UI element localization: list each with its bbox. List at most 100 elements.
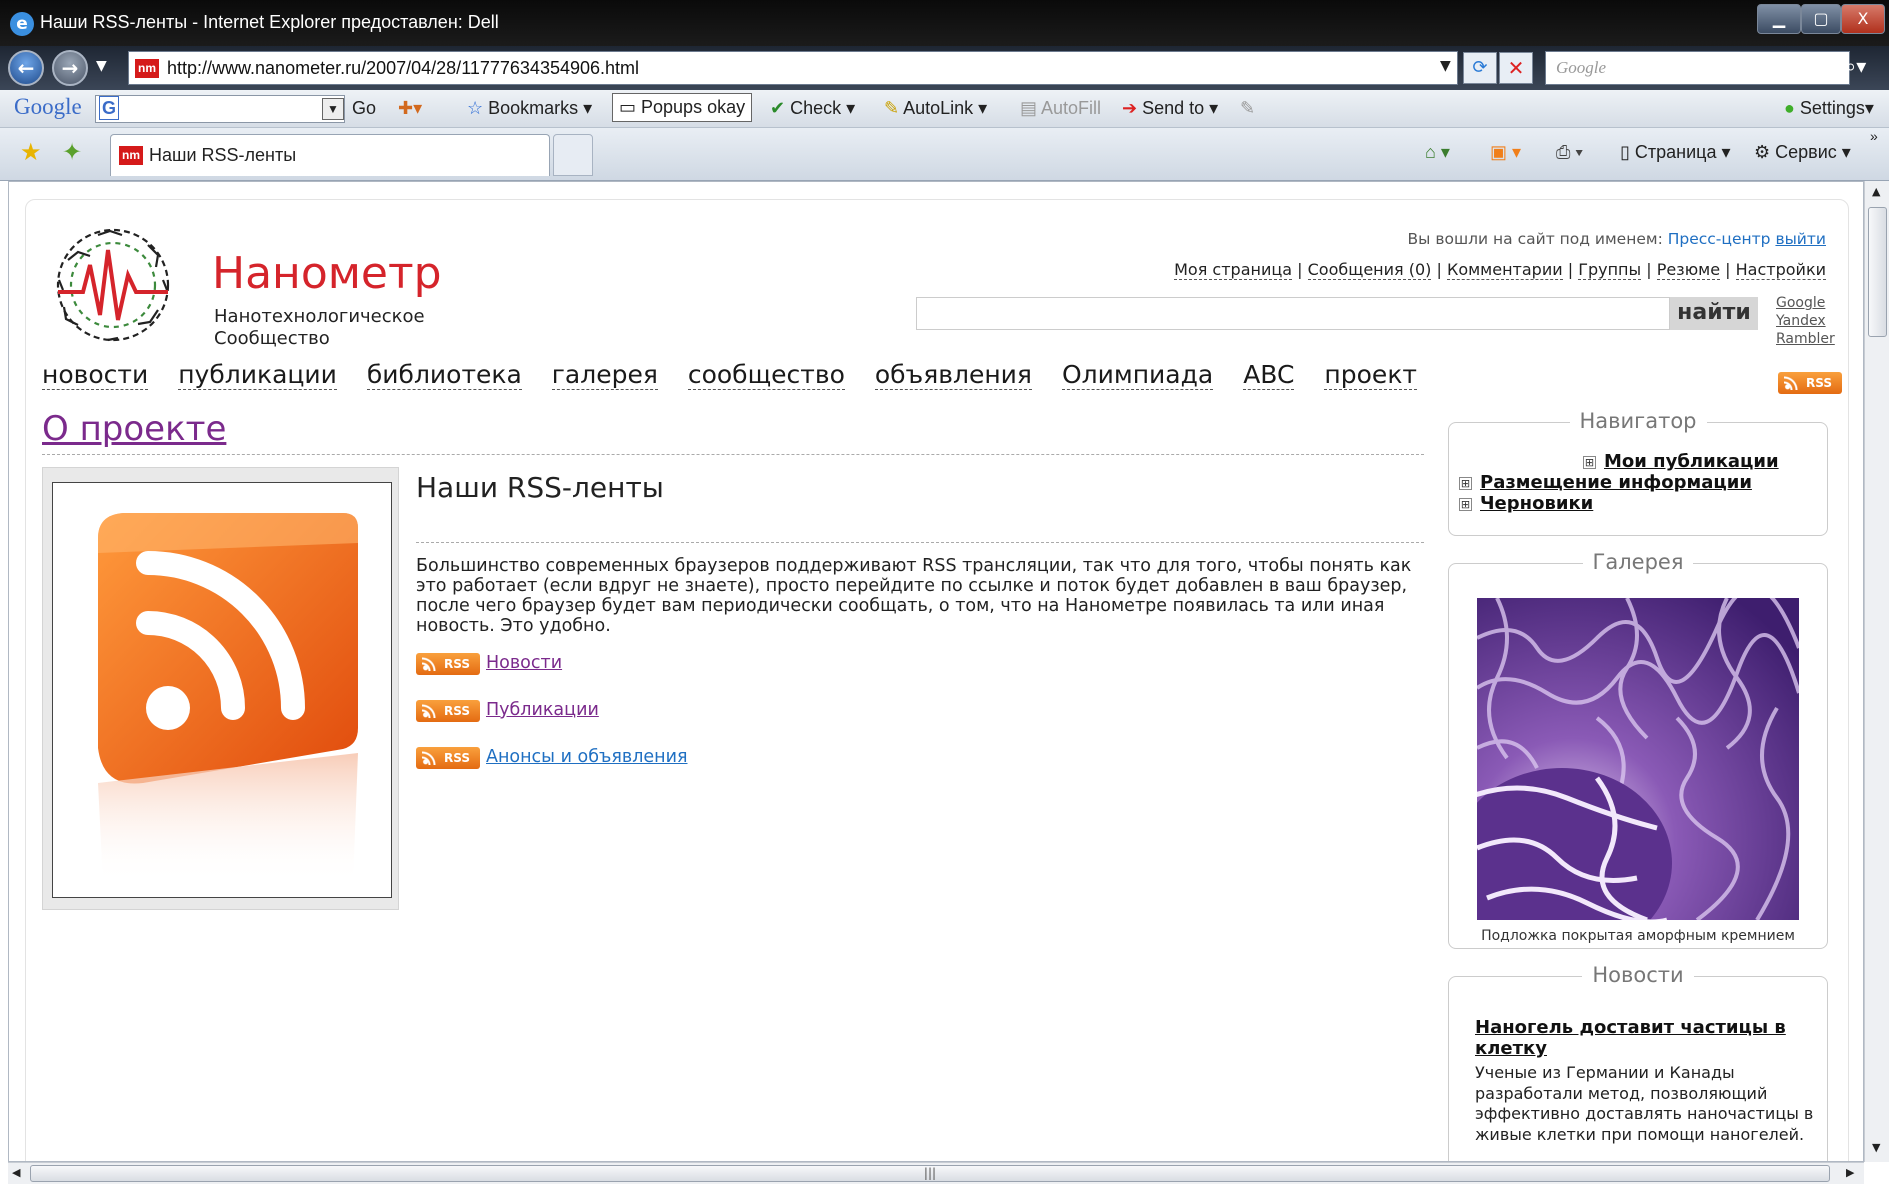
stop-button[interactable]: ✕ [1499,52,1533,84]
forward-button[interactable]: → [52,50,88,86]
popups-button[interactable]: ▭ Popups okay [612,93,753,122]
news-summary: Ученые из Германии и Канады разработали … [1475,1063,1814,1144]
logo-name[interactable]: Нанометр [212,248,442,299]
scroll-up-icon[interactable]: ▲ [1872,185,1880,198]
nav-library[interactable]: библиотека [366,360,522,390]
maximize-button[interactable]: ▢ [1801,4,1841,34]
scroll-down-icon[interactable]: ▼ [1872,1141,1880,1154]
nav-publications[interactable]: публикации [178,360,337,390]
gallery-box: Галерея Подложка покрытая аморфным кремн… [1448,550,1828,949]
find-button[interactable]: найти [1670,297,1758,330]
add-favorite-icon[interactable]: ✦ [62,138,82,167]
feeds-icon[interactable]: ▣ ▾ [1490,142,1521,163]
scroll-right-icon[interactable]: ▶ [1846,1166,1854,1179]
bookmarks-button[interactable]: ☆ Bookmarks ▾ [467,98,592,119]
logout-link[interactable]: выйти [1775,230,1826,248]
vertical-scrollbar[interactable]: ▲ ▼ [1864,181,1889,1162]
history-dropdown[interactable]: ▼ [96,58,107,74]
user-link-resume[interactable]: Резюме [1656,260,1721,280]
settings-button[interactable]: ● Settings▾ [1784,98,1874,119]
nav-tree-item[interactable]: ⊞ Размещение информации [1459,472,1779,493]
print-icon[interactable]: ⎙ ▾ [1556,142,1583,163]
address-input[interactable]: nm http://www.nanometer.ru/2007/04/28/11… [128,51,1458,85]
nav-tree-item[interactable]: ⊞ Мои публикации [1459,451,1779,472]
nav-tree-item[interactable]: ⊞ Черновики [1459,493,1779,514]
forward-icon: → [61,56,79,80]
favorites-star-icon[interactable]: ★ [20,138,42,167]
rss-large-icon [52,482,392,898]
feed-link-announcements[interactable]: Анонсы и объявления [486,747,688,767]
tab-active[interactable]: nm Наши RSS-ленты [110,134,550,176]
tools-menu[interactable]: ⚙ Сервис ▾ [1754,142,1851,163]
navigator-tree: ⊞ Мои публикации ⊞ Размещение информации ⊞… [1459,451,1779,514]
nav-project[interactable]: проект [1324,360,1417,390]
divider [416,542,1424,543]
close-button[interactable]: X [1841,4,1885,34]
nav-news[interactable]: новости [42,360,149,390]
rss-icon [422,655,440,671]
scroll-left-icon[interactable]: ◀ [12,1166,20,1179]
vertical-scroll-thumb[interactable] [1868,207,1887,337]
nav-announcements[interactable]: объявления [874,360,1032,390]
site-search-input[interactable] [916,297,1670,330]
site-favicon: nm [135,59,159,78]
search-icon[interactable]: ⌕▾ [1845,54,1866,78]
expand-icon[interactable]: ⊞ [1583,456,1596,469]
expand-icon[interactable]: ⊞ [1459,498,1472,511]
horizontal-scrollbar[interactable]: ◀ ||| ▶ [8,1162,1864,1184]
address-dropdown[interactable]: ▼ [1440,58,1451,74]
home-icon[interactable]: ⌂ ▾ [1425,142,1450,163]
tab-label: Наши RSS-ленты [149,145,297,165]
rss-badge-button[interactable]: RSS [1778,372,1842,394]
chevron-more-icon[interactable]: » [1870,128,1878,144]
user-link-groups[interactable]: Группы [1578,260,1642,280]
nav-abc[interactable]: ABC [1243,360,1295,390]
user-link-settings[interactable]: Настройки [1735,260,1826,280]
back-button[interactable]: ← [8,50,44,86]
browser-search-input[interactable]: Google [1545,51,1850,85]
tab-favicon: nm [119,146,143,165]
user-link-messages[interactable]: Сообщения (0) [1307,260,1432,280]
nav-community[interactable]: сообщество [687,360,845,390]
google-logo[interactable]: Google [14,94,82,120]
google-search-dropdown[interactable]: ▼ [322,98,344,120]
engine-rambler[interactable]: Rambler [1776,330,1835,348]
feed-link-announcements-row: RSS Анонсы и объявления [416,747,688,769]
rss-icon [422,749,440,765]
engine-google[interactable]: Google [1776,294,1835,312]
autofill-icon: ▤ [1020,98,1042,118]
feed-link-news[interactable]: Новости [486,653,562,673]
site-page: Нанометр Нанотехнологическое Сообщество … [25,199,1849,1161]
feed-link-publications[interactable]: Публикации [486,700,599,720]
rss-badge[interactable]: RSS [416,700,480,722]
section-title[interactable]: О проекте [42,409,226,449]
nav-olympiad[interactable]: Олимпиада [1061,360,1214,390]
sendto-button[interactable]: ➔ Send to ▾ [1122,98,1218,119]
engine-yandex[interactable]: Yandex [1776,312,1835,330]
divider [42,454,1424,455]
news-title: Новости [1449,963,1827,987]
google-search-input[interactable] [95,95,345,123]
nav-gallery[interactable]: галерея [551,360,658,390]
user-link-comments[interactable]: Комментарии [1446,260,1563,280]
new-tab-button[interactable] [553,134,593,176]
autolink-button[interactable]: ✎ AutoLink ▾ [884,98,987,119]
horizontal-scroll-thumb[interactable]: ||| [30,1165,1830,1182]
nanometer-logo-icon[interactable] [48,220,178,350]
autofill-button[interactable]: ▤ AutoFill [1020,98,1101,119]
news-box: Новости Наногель доставит частицы в клет… [1448,963,1828,1161]
rss-badge[interactable]: RSS [416,653,480,675]
pencil-icon[interactable]: ✎ [1240,98,1255,119]
expand-icon[interactable]: ⊞ [1459,477,1472,490]
page-menu[interactable]: ▯ Страница ▾ [1620,142,1731,163]
news-headline-link[interactable]: Наногель доставит частицы в клетку [1475,1017,1805,1059]
puzzle-icon[interactable]: ✚▾ [398,98,422,119]
refresh-button[interactable]: ⟳ [1463,52,1497,84]
rss-badge[interactable]: RSS [416,747,480,769]
google-go-button[interactable]: Go [352,98,376,119]
check-button[interactable]: ✔ Check ▾ [770,98,855,119]
user-link-my-page[interactable]: Моя страница [1174,260,1293,280]
gallery-image[interactable] [1477,598,1799,920]
username-link[interactable]: Пресс-центр [1668,230,1771,248]
minimize-button[interactable]: ▁ [1757,4,1801,34]
